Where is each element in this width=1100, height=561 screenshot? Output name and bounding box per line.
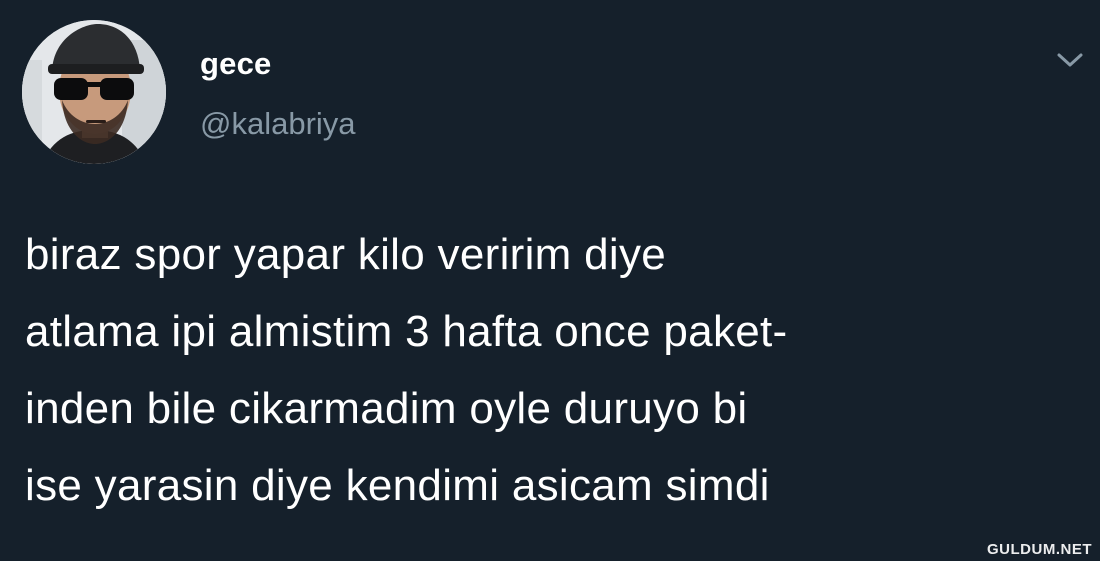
avatar-photo-icon xyxy=(22,20,166,164)
tweet-card: gece @kalabriya biraz spor yapar kilo ve… xyxy=(0,0,1100,561)
tweet-text-line: inden bile cikarmadim oyle duruyo bi xyxy=(25,384,748,433)
chevron-down-icon xyxy=(1057,53,1083,67)
tweet-text-line: atlama ipi almistim 3 hafta once paket- xyxy=(25,307,788,356)
user-handle[interactable]: @kalabriya xyxy=(200,108,356,139)
tweet-text-line: biraz spor yapar kilo veririm diye xyxy=(25,230,667,279)
tweet-text-line: ise yarasin diye kendimi asicam simdi xyxy=(25,461,770,510)
display-name[interactable]: gece xyxy=(200,48,271,79)
watermark: GULDUM.NET xyxy=(987,541,1092,558)
tweet-menu-button[interactable] xyxy=(1056,50,1084,70)
tweet-text: biraz spor yapar kilo veririm diye atlam… xyxy=(25,216,1085,524)
user-avatar[interactable] xyxy=(22,20,166,164)
